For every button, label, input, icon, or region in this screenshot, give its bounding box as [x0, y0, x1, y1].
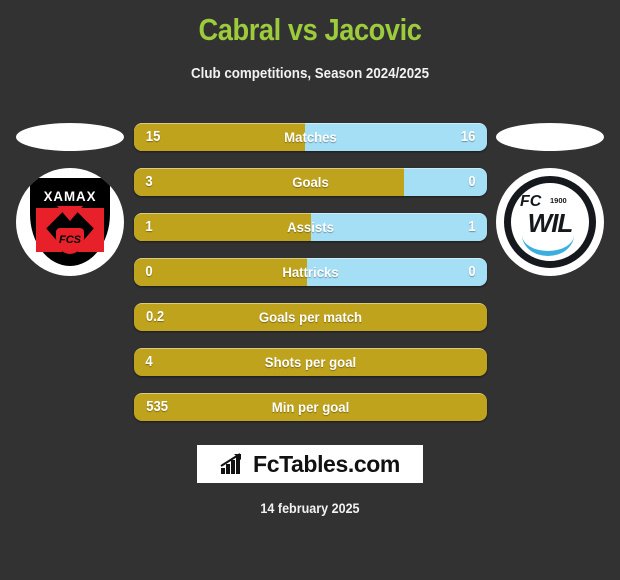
stat-row: 0.2 Goals per match	[134, 303, 487, 331]
logo-highlight-ellipse-right	[496, 123, 604, 151]
stat-label: Goals per match	[258, 309, 363, 325]
stat-label: Assists	[287, 219, 334, 235]
stat-value-away: 1	[468, 219, 476, 235]
stat-row: 15 Matches 16	[134, 123, 487, 151]
footer-date: 14 february 2025	[260, 501, 360, 516]
stat-value-away: 0	[468, 174, 476, 190]
stats-bar-list: 15 Matches 16 3 Goals 0 1 Assists 1 0 Hattricks 0 0.…	[134, 123, 487, 438]
stat-label: Hattricks	[282, 264, 339, 280]
page-title: Cabral vs Jacovic	[198, 12, 422, 47]
header: Cabral vs Jacovic Club competitions, Sea…	[0, 0, 620, 83]
stat-value-away: 16	[460, 129, 476, 145]
bar-chart-growth-icon	[220, 453, 242, 474]
stat-value-away: 0	[468, 264, 476, 280]
stat-row: 535 Min per goal	[134, 393, 487, 421]
xamax-crest-icon: XAMAX FCS	[16, 168, 124, 276]
stat-row: 1 Assists 1	[134, 213, 487, 241]
stat-row: 3 Goals 0	[134, 168, 487, 196]
fcwil-crest-icon: FC 1900 WIL	[496, 168, 604, 276]
watermark-text: FcTables.com	[253, 451, 400, 477]
stat-label: Matches	[284, 129, 337, 145]
logo-highlight-ellipse-left	[16, 123, 124, 151]
xamax-wordmark: XAMAX	[43, 188, 97, 204]
home-team-logo[interactable]: XAMAX FCS	[16, 123, 124, 276]
stat-label: Goals	[292, 174, 329, 190]
stat-row: 4 Shots per goal	[134, 348, 487, 376]
fcwil-year: 1900	[550, 196, 567, 205]
stat-row: 0 Hattricks 0	[134, 258, 487, 286]
fcwil-wordmark: WIL	[527, 208, 574, 238]
away-team-logo[interactable]: FC 1900 WIL	[496, 123, 604, 276]
fctables-watermark[interactable]: FcTables.com	[197, 445, 423, 483]
page-subtitle: Club competitions, Season 2024/2025	[191, 66, 429, 82]
stat-label: Min per goal	[271, 399, 350, 415]
stat-label: Shots per goal	[264, 354, 357, 370]
xamax-shield-shape: XAMAX FCS	[30, 178, 110, 266]
